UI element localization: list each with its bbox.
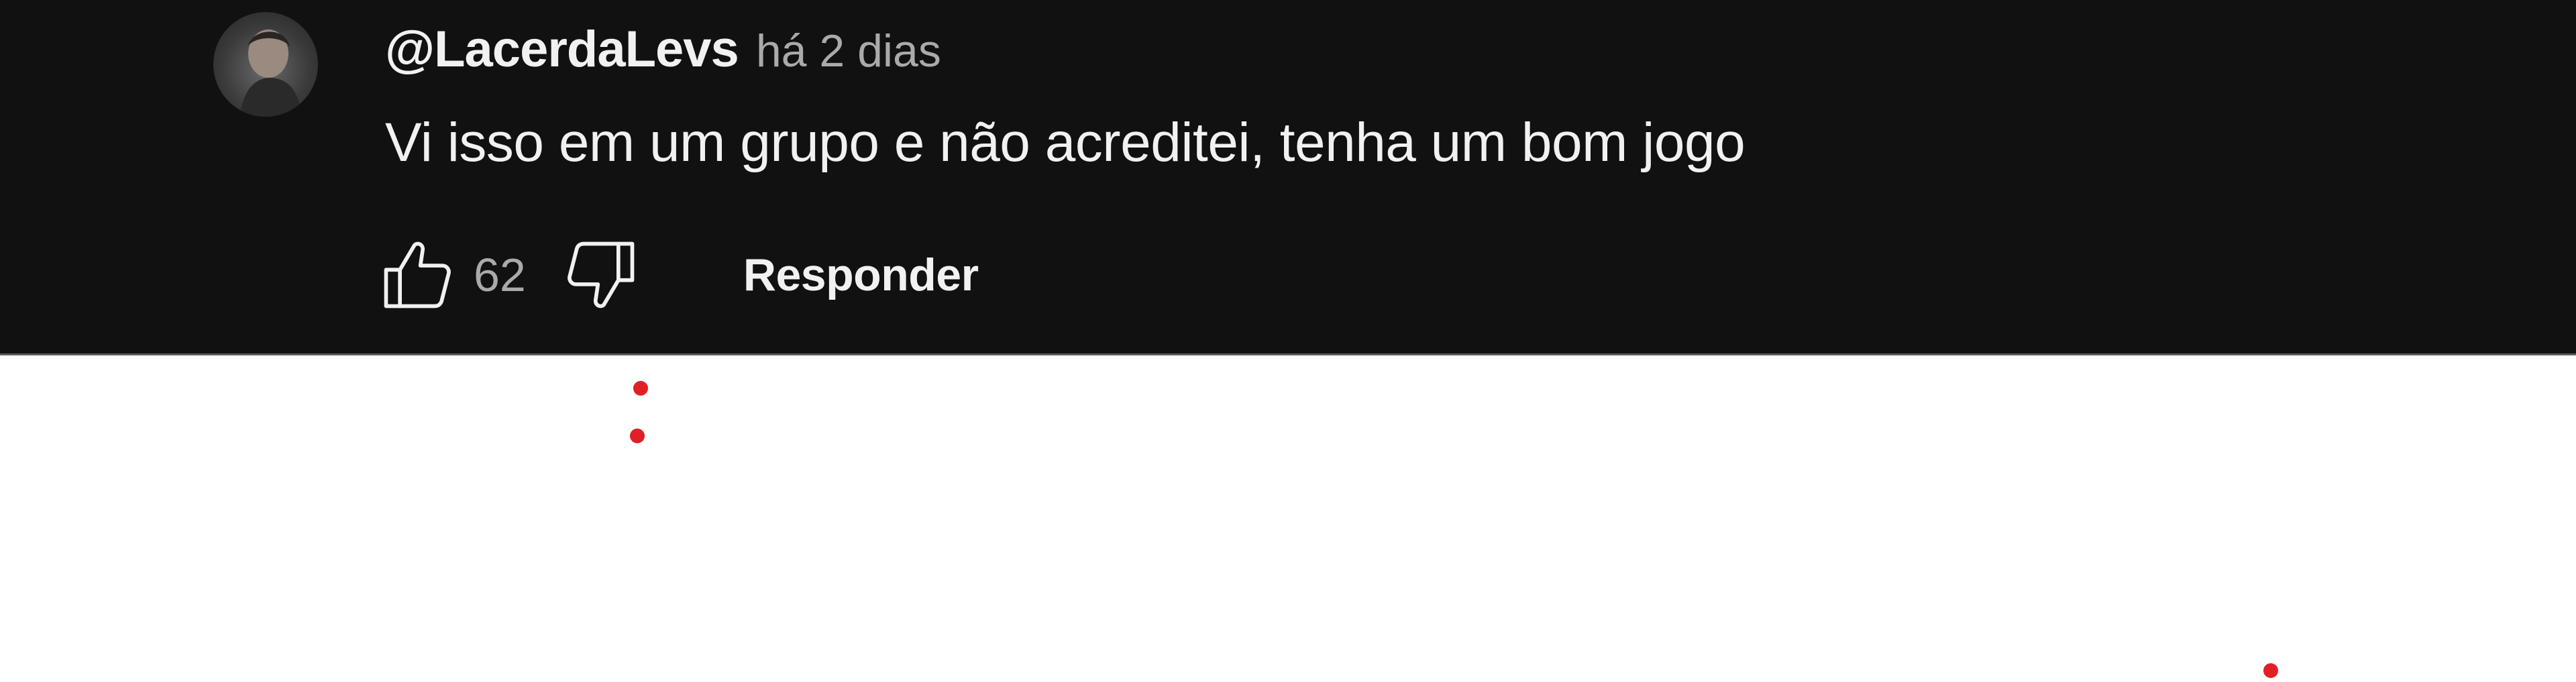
thumbs-down-icon — [568, 241, 635, 308]
comment-text: Vi isso em um grupo e não acreditei, ten… — [385, 112, 1746, 173]
avatar[interactable] — [213, 12, 318, 117]
dislike-button[interactable] — [559, 233, 643, 317]
like-count: 62 — [474, 249, 526, 301]
comment-author[interactable]: @LacerdaLevs — [385, 20, 739, 78]
comment-header: @LacerdaLevs há 2 dias — [385, 20, 941, 80]
marker-dot — [2263, 663, 2278, 678]
comment-timestamp[interactable]: há 2 dias — [756, 25, 941, 77]
comment-thread: @LacerdaLevs há 2 dias Vi isso em um gru… — [0, 0, 2576, 355]
marker-dot — [630, 429, 645, 443]
comment-actions: 62 Responder — [376, 235, 979, 315]
marker-dot — [633, 381, 648, 396]
reply-button[interactable]: Responder — [743, 249, 979, 301]
thumbs-up-icon — [384, 241, 451, 308]
avatar-image — [240, 30, 302, 117]
like-button[interactable] — [376, 233, 459, 317]
